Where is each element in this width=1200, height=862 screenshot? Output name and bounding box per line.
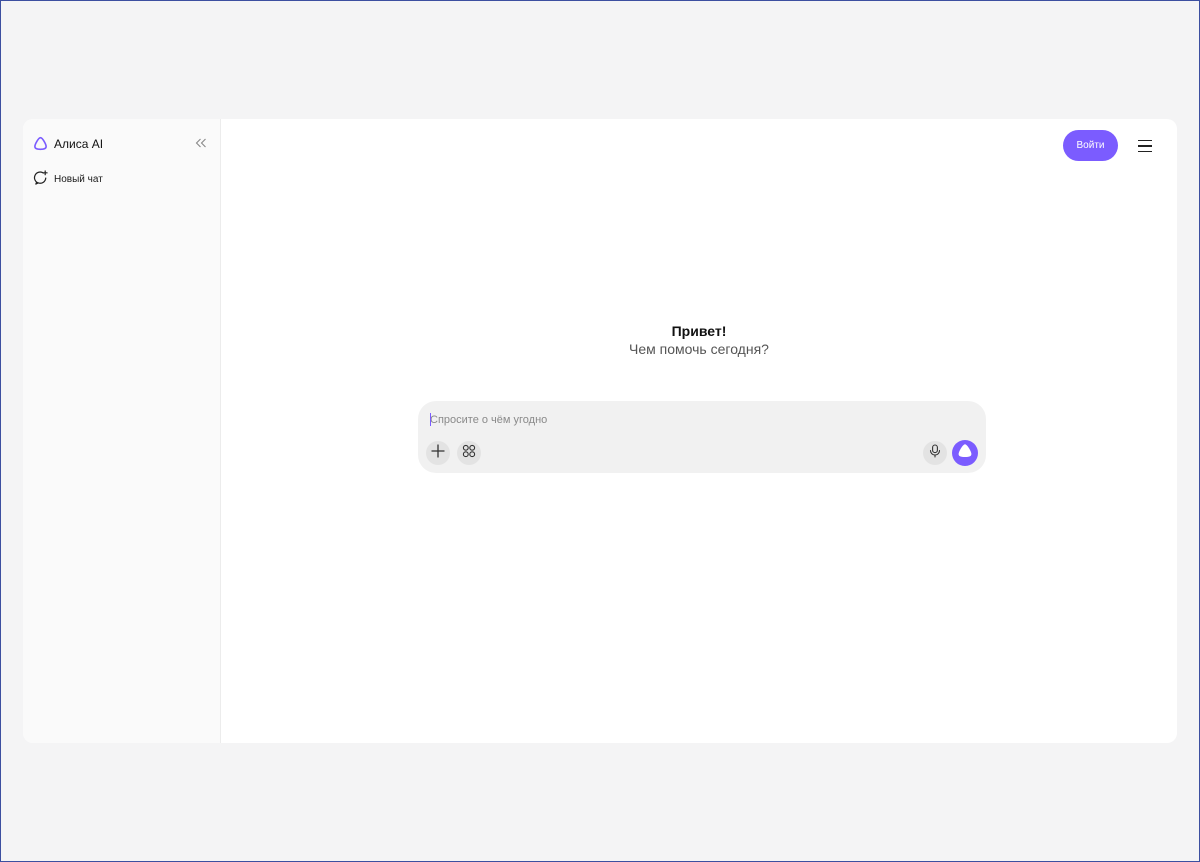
new-chat-label: Новый чат (54, 173, 103, 185)
microphone-icon (929, 443, 941, 463)
alice-send-button[interactable] (952, 440, 978, 466)
brand-label: Алиса AI (54, 136, 104, 151)
new-chat-icon (33, 170, 48, 188)
brand[interactable]: Алиса AI (33, 136, 103, 151)
text-caret (430, 413, 431, 426)
app-window: Алиса AI Новый чат Войти Привет! Чем пом… (23, 119, 1177, 743)
attach-button[interactable] (426, 441, 450, 465)
chat-composer (418, 401, 986, 473)
new-chat-button[interactable]: Новый чат (33, 170, 103, 188)
double-chevron-left-icon (195, 135, 207, 153)
greeting: Привет! Чем помочь сегодня? (221, 323, 1177, 358)
skills-button[interactable] (457, 441, 481, 465)
chat-input[interactable] (430, 412, 950, 428)
hamburger-menu-icon-line (1138, 150, 1152, 153)
collapse-sidebar-button[interactable] (193, 136, 209, 152)
greeting-subtitle: Чем помочь сегодня? (629, 341, 769, 357)
hamburger-menu-icon-line (1138, 145, 1152, 147)
plus-icon (431, 443, 445, 463)
main-panel: Войти Привет! Чем помочь сегодня? (221, 119, 1177, 743)
alice-send-icon (957, 443, 973, 463)
alice-logo-icon (33, 136, 48, 151)
login-button[interactable]: Войти (1063, 130, 1118, 161)
menu-button[interactable] (1135, 137, 1155, 155)
apps-grid-icon (462, 444, 476, 463)
voice-input-button[interactable] (923, 441, 947, 465)
hamburger-menu-icon-line (1138, 139, 1152, 142)
greeting-title: Привет! (671, 323, 727, 339)
sidebar: Алиса AI Новый чат (23, 119, 221, 743)
